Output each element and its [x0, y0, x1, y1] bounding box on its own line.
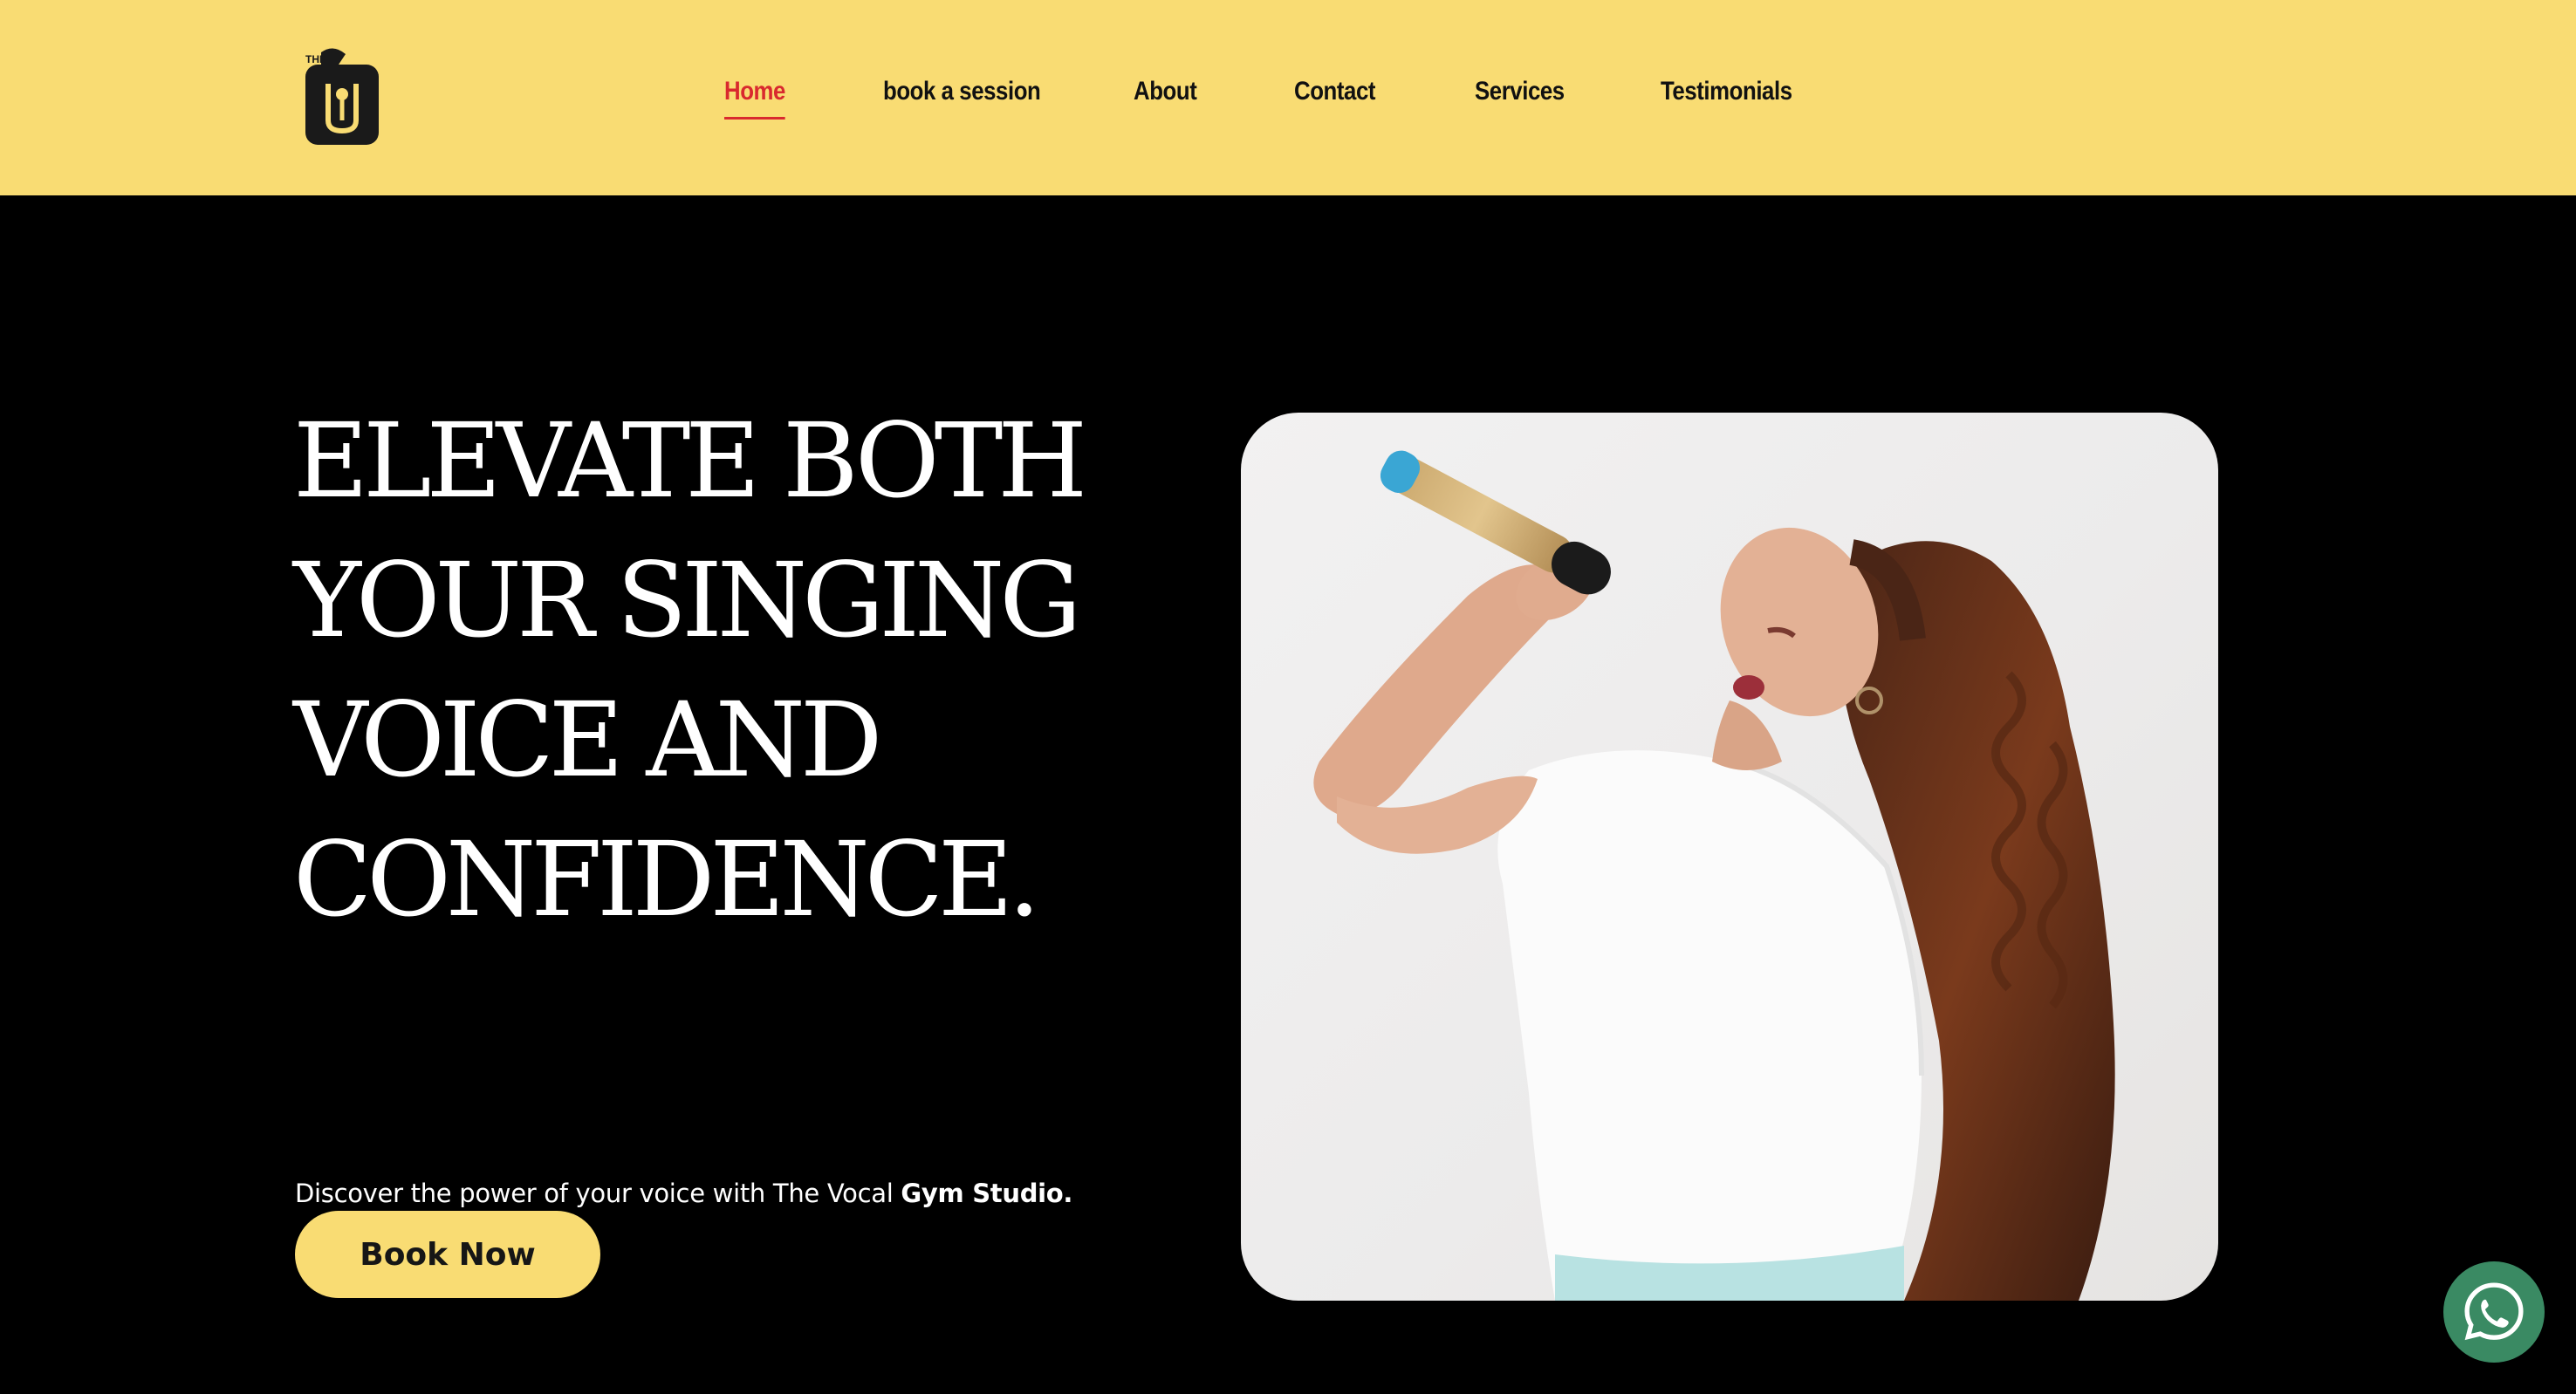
nav-item-about[interactable]: About — [1134, 77, 1197, 106]
hero-headline-line: ELEVATE BOTH — [293, 400, 1087, 521]
nav-item-testimonials[interactable]: Testimonials — [1661, 77, 1792, 106]
whatsapp-icon — [2464, 1282, 2524, 1341]
nav-item-label: book a session — [883, 77, 1041, 106]
hero-headline: ELEVATE BOTH YOUR SINGING VOICE AND CONF… — [293, 391, 1131, 949]
hero-headline-line: YOUR SINGING — [293, 540, 1082, 660]
nav-item-label: Services — [1475, 77, 1565, 106]
nav-active-underline — [724, 117, 785, 120]
tagline-bold: Gym Studio. — [901, 1179, 1073, 1208]
nav-item-services[interactable]: Services — [1475, 77, 1565, 106]
nav-item-label: Testimonials — [1661, 77, 1792, 106]
whatsapp-button[interactable] — [2443, 1261, 2545, 1363]
hero-image — [1241, 413, 2218, 1301]
nav-item-home[interactable]: Home — [724, 77, 785, 120]
nav-item-label: About — [1134, 77, 1197, 106]
hero-tagline: Discover the power of your voice with Th… — [295, 1179, 1072, 1208]
nav-item-book-a-session[interactable]: book a session — [883, 77, 1041, 106]
singer-illustration — [1313, 450, 2115, 1301]
hero-headline-line: CONFIDENCE. — [293, 819, 1041, 940]
tagline-regular: Discover the power of your voice with Th… — [295, 1179, 901, 1208]
nav-item-contact[interactable]: Contact — [1294, 77, 1375, 106]
main-nav: Home book a session About Contact Servic… — [0, 0, 2576, 195]
book-now-button[interactable]: Book Now — [295, 1211, 600, 1298]
site-header: THE Home book a session About Contact Se… — [0, 0, 2576, 195]
hero-headline-line: VOICE AND — [293, 680, 883, 800]
nav-item-label: Home — [724, 77, 785, 106]
nav-item-label: Contact — [1294, 77, 1376, 106]
